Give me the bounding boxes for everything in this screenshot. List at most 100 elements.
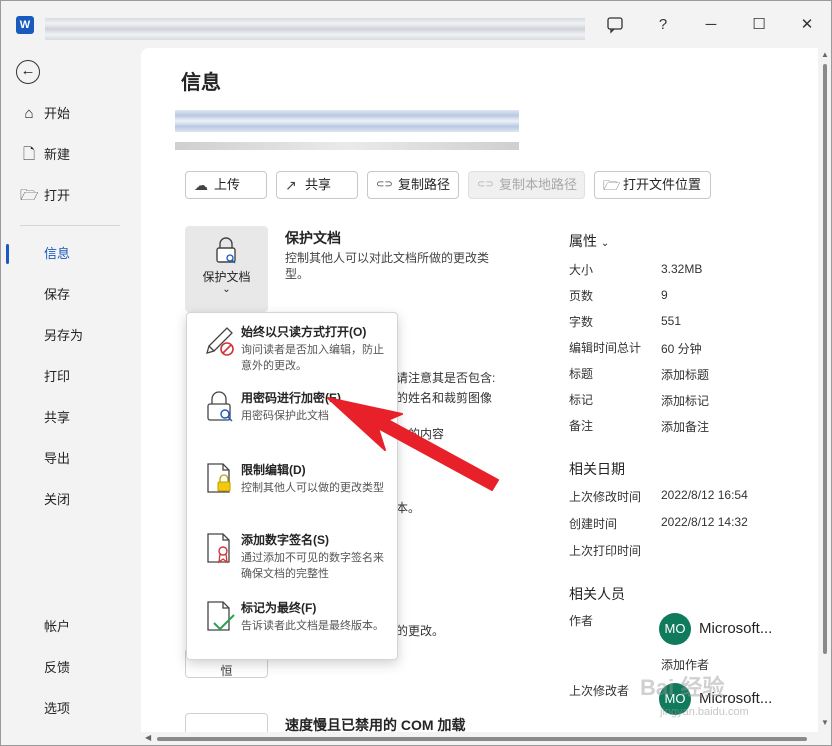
horizontal-scrollbar[interactable]: ◀ (141, 732, 818, 746)
scroll-up-icon[interactable]: ▲ (820, 50, 830, 59)
upload-icon: ☁ (194, 177, 208, 193)
scroll-left-icon[interactable]: ◀ (145, 733, 151, 742)
feedback-icon[interactable] (600, 10, 630, 40)
vertical-scrollbar[interactable]: ▲ ▼ (818, 48, 832, 732)
mark-final-icon (207, 601, 235, 631)
prop-label-pages: 页数 (569, 289, 594, 303)
menu-item-encrypt-with-password[interactable]: 用密码进行加密(E) 用密码保护此文档 (187, 381, 397, 447)
document-path-blurred (175, 142, 519, 150)
page-title: 信息 (181, 72, 221, 94)
inspect-text-fragment: 的姓名和裁剪图像 (396, 391, 493, 405)
prop-value-title-input[interactable]: 添加标题 (661, 366, 709, 383)
properties-heading[interactable]: 属性 ⌄ (569, 231, 609, 251)
date-value-created: 2022/8/12 14:32 (661, 515, 748, 529)
scroll-down-icon[interactable]: ▼ (820, 718, 830, 727)
menu-item-title: 标记为最终(F) (241, 601, 317, 615)
prop-label-title: 标题 (569, 367, 594, 381)
sidebar-item-export[interactable]: 导出 (0, 441, 140, 477)
link-icon: ⊂⊃ (477, 179, 494, 190)
lock-key-icon (207, 391, 233, 422)
menu-item-restrict-editing[interactable]: 限制编辑(D) 控制其他人可以做的更改类型 (187, 453, 397, 519)
back-icon[interactable]: ← (16, 60, 40, 84)
sidebar-item-close[interactable]: 关闭 (0, 482, 140, 518)
sidebar-item-open[interactable]: 🗁 打开 (0, 178, 140, 214)
copy-local-path-button[interactable]: ⊂⊃ 复制本地路径 (468, 171, 585, 199)
sidebar-item-print[interactable]: 打印 (0, 359, 140, 395)
tile-text-fragment: 恒 (220, 664, 233, 678)
sidebar-item-new[interactable]: 🗋 新建 (0, 137, 140, 173)
close-button[interactable]: ✕ (792, 10, 822, 40)
date-label-modified: 上次修改时间 (569, 490, 642, 504)
menu-item-read-only[interactable]: 始终以只读方式打开(O) 询问读者是否加入编辑，防止意外的更改。 (187, 315, 397, 381)
sidebar-item-label: 开始 (44, 106, 71, 121)
com-addins-heading: 速度慢且已禁用的 COM 加载 (285, 717, 466, 732)
sidebar-item-options[interactable]: 选项 (0, 691, 140, 727)
menu-item-description: 告诉读者此文档是最终版本。 (241, 620, 384, 632)
sidebar-item-share[interactable]: 共享 (0, 400, 140, 436)
prop-label-edit-time: 编辑时间总计 (569, 341, 642, 355)
author-name[interactable]: Microsoft... (699, 620, 772, 637)
upload-button[interactable]: ☁ 上传 (185, 171, 267, 199)
upload-button-label: 上传 (214, 177, 241, 192)
lock-icon (216, 237, 236, 264)
link-icon: ⊂⊃ (376, 179, 393, 190)
watermark-logo: Bai 经验 (640, 675, 725, 700)
related-people-heading: 相关人员 (569, 586, 625, 602)
author-avatar[interactable]: MO (659, 613, 691, 645)
restrict-edit-icon (207, 463, 231, 493)
last-modified-by-label: 上次修改者 (569, 684, 630, 698)
minimize-button[interactable]: ─ (696, 10, 726, 40)
share-button-label: 共享 (305, 177, 332, 192)
date-label-created: 创建时间 (569, 517, 618, 531)
copy-path-label: 复制路径 (398, 177, 451, 192)
sidebar-item-save[interactable]: 保存 (0, 277, 140, 313)
share-button[interactable]: ↗ 共享 (276, 171, 358, 199)
certificate-icon (207, 533, 230, 564)
inspect-text-fragment: 请注意其是否包含: (396, 371, 496, 385)
open-folder-icon: 🗁 (20, 187, 39, 204)
protect-document-button[interactable]: 保护文档 ⌄ (185, 226, 268, 312)
horizontal-scroll-thumb[interactable] (157, 737, 807, 741)
sidebar-item-label: 打开 (44, 188, 71, 203)
open-file-location-button[interactable]: 🗁 打开文件位置 (594, 171, 711, 199)
menu-item-add-digital-signature[interactable]: 添加数字签名(S) 通过添加不可见的数字签名来确保文档的完整性 (187, 523, 397, 589)
document-title-blurred (45, 18, 585, 40)
sidebar-item-feedback[interactable]: 反馈 (0, 650, 140, 686)
new-document-icon: 🗋 (22, 146, 36, 163)
date-value-modified: 2022/8/12 16:54 (661, 488, 748, 502)
sidebar-item-account[interactable]: 帐户 (0, 609, 140, 645)
com-addins-tile[interactable] (185, 713, 268, 732)
prop-label-size: 大小 (569, 263, 594, 277)
help-button[interactable]: ? (648, 10, 678, 40)
maximize-button[interactable]: ☐ (744, 10, 774, 40)
backstage-sidebar: ← ⌂ 开始 🗋 新建 🗁 打开 信息 保存 另存为 打印 共享 导出 关闭 帐… (0, 50, 140, 746)
document-name-blurred (175, 110, 519, 132)
sidebar-item-save-as[interactable]: 另存为 (0, 318, 140, 354)
watermark-url: jingyan.baidu.com (660, 706, 749, 718)
inspect-text-fragment: 读的内容 (396, 427, 445, 441)
protect-document-tile-label: 保护文档 (202, 270, 251, 284)
properties-heading-label: 属性 (569, 233, 597, 249)
sidebar-item-home[interactable]: ⌂ 开始 (0, 96, 140, 132)
open-file-location-label: 打开文件位置 (623, 177, 702, 192)
menu-item-title: 限制编辑(D) (241, 463, 306, 477)
manage-text-fragment: 的更改。 (396, 624, 445, 638)
prop-value-edit-time: 60 分钟 (661, 342, 702, 356)
sidebar-item-label: 新建 (44, 147, 71, 162)
prop-value-comments-input[interactable]: 添加备注 (661, 418, 709, 435)
prop-label-tags: 标记 (569, 393, 594, 407)
menu-item-mark-as-final[interactable]: 标记为最终(F) 告诉读者此文档是最终版本。 (187, 591, 397, 657)
chevron-down-icon: ⌄ (600, 238, 610, 249)
menu-item-description: 询问读者是否加入编辑，防止意外的更改。 (241, 344, 384, 372)
author-label: 作者 (569, 614, 594, 628)
menu-item-title: 始终以只读方式打开(O) (241, 325, 367, 339)
menu-item-title: 用密码进行加密(E) (241, 391, 341, 405)
prop-label-comments: 备注 (569, 419, 594, 433)
copy-path-button[interactable]: ⊂⊃ 复制路径 (367, 171, 459, 199)
sidebar-item-info[interactable]: 信息 (0, 236, 140, 272)
copy-local-path-label: 复制本地路径 (499, 177, 578, 192)
pencil-no-icon (206, 327, 234, 356)
date-label-printed: 上次打印时间 (569, 544, 642, 558)
vertical-scroll-thumb[interactable] (823, 64, 827, 654)
prop-value-tags-input[interactable]: 添加标记 (661, 392, 709, 409)
